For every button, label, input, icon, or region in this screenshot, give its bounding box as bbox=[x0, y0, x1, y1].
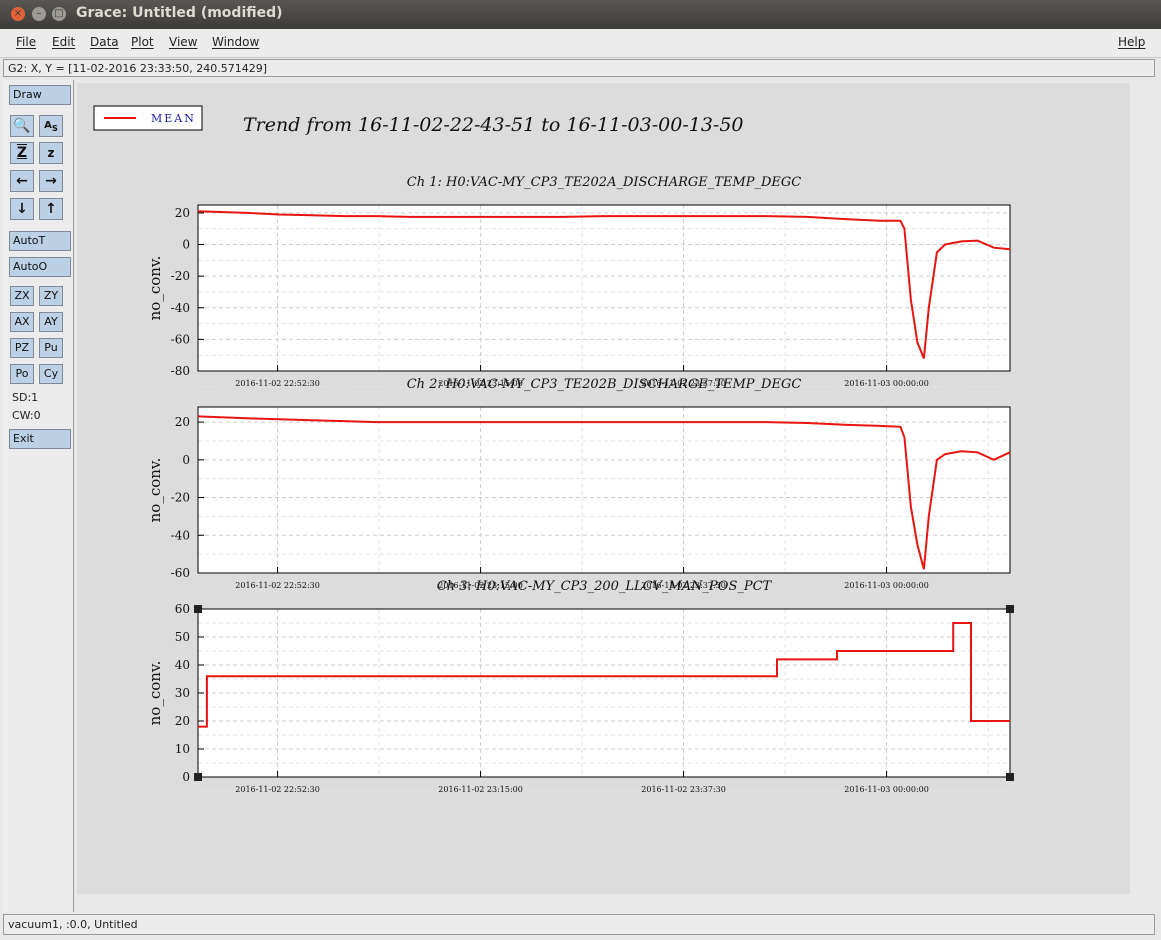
sd-label: SD:1 bbox=[12, 391, 39, 404]
zoom-z-icon[interactable]: Z bbox=[10, 142, 34, 164]
arrow-left-icon[interactable]: ← bbox=[10, 170, 34, 192]
zx-button[interactable]: ZX bbox=[10, 286, 34, 306]
chart-3-ytick-label: 0 bbox=[182, 770, 190, 784]
toolbar: Draw 🔍 AS Z z ← → ↓ ↑ AutoT AutoO ZX ZY … bbox=[3, 80, 74, 912]
graph-selection-handle bbox=[194, 605, 202, 613]
chart-2-ytick-label: 20 bbox=[175, 415, 190, 429]
chart-3-title: Ch 3: H0:VAC-MY_CP3_200_LLCV_MAN_POS_PCT bbox=[437, 579, 773, 594]
menu-view[interactable]: View bbox=[169, 35, 197, 49]
chart-3-ytick-label: 50 bbox=[175, 630, 190, 644]
chart-2-ytick-label: -40 bbox=[171, 528, 190, 542]
ay-button[interactable]: AY bbox=[39, 312, 63, 332]
menu-help[interactable]: Help bbox=[1118, 35, 1145, 49]
chart-3-xtick-label: 2016-11-02 22:52:30 bbox=[235, 785, 320, 794]
menu-plot[interactable]: Plot bbox=[131, 35, 154, 49]
chart-2-ytick-label: -60 bbox=[171, 566, 190, 580]
graph-selection-handle bbox=[1006, 605, 1014, 613]
chart-1-ytick-label: -20 bbox=[171, 269, 190, 283]
chart-2-ytick-label: -20 bbox=[171, 491, 190, 505]
arrow-up-icon[interactable]: ↑ bbox=[39, 198, 63, 220]
menu-edit[interactable]: Edit bbox=[52, 35, 75, 49]
zoom-z-small-icon[interactable]: z bbox=[39, 142, 63, 164]
window-titlebar: × – □ Grace: Untitled (modified) bbox=[0, 0, 1161, 29]
cw-label: CW:0 bbox=[12, 409, 41, 422]
arrow-right-icon[interactable]: → bbox=[39, 170, 63, 192]
chart-3-ytick-label: 10 bbox=[175, 742, 190, 756]
cy-button[interactable]: Cy bbox=[39, 364, 63, 384]
zoom-icon[interactable]: 🔍 bbox=[10, 115, 34, 137]
arrow-down-icon[interactable]: ↓ bbox=[10, 198, 34, 220]
chart-1-ylabel: no_conv. bbox=[146, 256, 164, 321]
plot-title: Trend from 16-11-02-22-43-51 to 16-11-03… bbox=[243, 114, 744, 136]
window-title: Grace: Untitled (modified) bbox=[76, 5, 283, 21]
plot-canvas[interactable]: MEAN Trend from 16-11-02-22-43-51 to 16-… bbox=[77, 83, 1130, 894]
menu-bar: File Edit Data Plot View Window Help bbox=[0, 29, 1161, 58]
chart-2-xtick-label: 2016-11-03 00:00:00 bbox=[844, 581, 929, 590]
chart-1-ytick-label: -40 bbox=[171, 301, 190, 315]
chart-3-xtick-label: 2016-11-02 23:37:30 bbox=[641, 785, 726, 794]
chart-3-ytick-label: 60 bbox=[175, 602, 190, 616]
chart-1-ytick-label: -80 bbox=[171, 364, 190, 378]
chart-2-ytick-label: 0 bbox=[182, 453, 190, 467]
chart-2-background bbox=[198, 407, 1010, 573]
chart-1-title: Ch 1: H0:VAC-MY_CP3_TE202A_DISCHARGE_TEM… bbox=[407, 175, 801, 190]
chart-1-ytick-label: 0 bbox=[182, 238, 190, 252]
exit-button[interactable]: Exit bbox=[9, 429, 71, 449]
chart-3-xtick-label: 2016-11-03 00:00:00 bbox=[844, 785, 929, 794]
plot-svg: MEAN Trend from 16-11-02-22-43-51 to 16-… bbox=[93, 105, 1014, 794]
autot-button[interactable]: AutoT bbox=[9, 231, 71, 251]
chart-3-xtick-label: 2016-11-02 23:15:00 bbox=[438, 785, 523, 794]
po-button[interactable]: Po bbox=[10, 364, 34, 384]
chart-1-background bbox=[198, 205, 1010, 371]
draw-button[interactable]: Draw bbox=[9, 85, 71, 105]
chart-3-ytick-label: 40 bbox=[175, 658, 190, 672]
chart-3-ytick-label: 20 bbox=[175, 714, 190, 728]
autoo-button[interactable]: AutoO bbox=[9, 257, 71, 277]
chart-1-ytick-label: -60 bbox=[171, 332, 190, 346]
autoscale-text-icon[interactable]: AS bbox=[39, 115, 63, 137]
menu-data[interactable]: Data bbox=[90, 35, 119, 49]
minimize-icon[interactable]: – bbox=[32, 7, 46, 21]
graph-selection-handle bbox=[194, 773, 202, 781]
chart-3-ylabel: no_conv. bbox=[146, 661, 164, 726]
zy-button[interactable]: ZY bbox=[39, 286, 63, 306]
ax-button[interactable]: AX bbox=[10, 312, 34, 332]
status-bar: vacuum1, :0.0, Untitled bbox=[3, 914, 1155, 935]
pu-button[interactable]: Pu bbox=[39, 338, 63, 358]
chart-2-xtick-label: 2016-11-02 22:52:30 bbox=[235, 581, 320, 590]
chart-2-ylabel: no_conv. bbox=[146, 458, 164, 523]
chart-3-ytick-label: 30 bbox=[175, 686, 190, 700]
chart-1-xtick-label: 2016-11-03 00:00:00 bbox=[844, 379, 929, 388]
chart-2-title: Ch 2: H0:VAC-MY_CP3_TE202B_DISCHARGE_TEM… bbox=[407, 377, 802, 392]
pz-button[interactable]: PZ bbox=[10, 338, 34, 358]
legend-label: MEAN bbox=[151, 112, 196, 125]
graph-selection-handle bbox=[1006, 773, 1014, 781]
menu-file[interactable]: File bbox=[16, 35, 36, 49]
chart-1-xtick-label: 2016-11-02 22:52:30 bbox=[235, 379, 320, 388]
close-icon[interactable]: × bbox=[11, 7, 25, 21]
locator-bar: G2: X, Y = [11-02-2016 23:33:50, 240.571… bbox=[3, 59, 1155, 77]
maximize-icon[interactable]: □ bbox=[52, 7, 66, 21]
canvas-frame: MEAN Trend from 16-11-02-22-43-51 to 16-… bbox=[74, 80, 1158, 912]
chart-1-ytick-label: 20 bbox=[175, 206, 190, 220]
menu-window[interactable]: Window bbox=[212, 35, 259, 49]
